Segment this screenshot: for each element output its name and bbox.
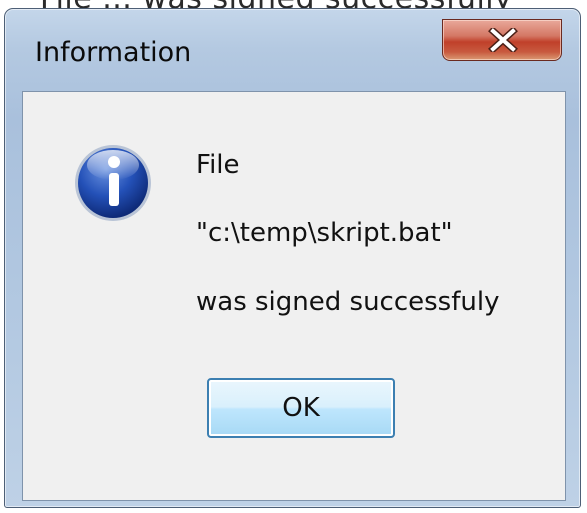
close-button[interactable] xyxy=(442,19,562,61)
ok-button[interactable]: OK xyxy=(207,378,395,438)
dialog-client-area: File "c:\temp\skript.bat" was signed suc… xyxy=(22,91,566,501)
information-dialog: Information File "c:\temp\skript.bat" wa… xyxy=(4,8,581,508)
information-icon xyxy=(75,145,151,221)
message-file-path: "c:\temp\skript.bat" xyxy=(196,218,453,248)
message-line-1: File xyxy=(196,150,240,180)
close-x-icon xyxy=(488,28,518,52)
dialog-title: Information xyxy=(35,37,192,68)
message-line-3: was signed successfuly xyxy=(196,287,500,317)
